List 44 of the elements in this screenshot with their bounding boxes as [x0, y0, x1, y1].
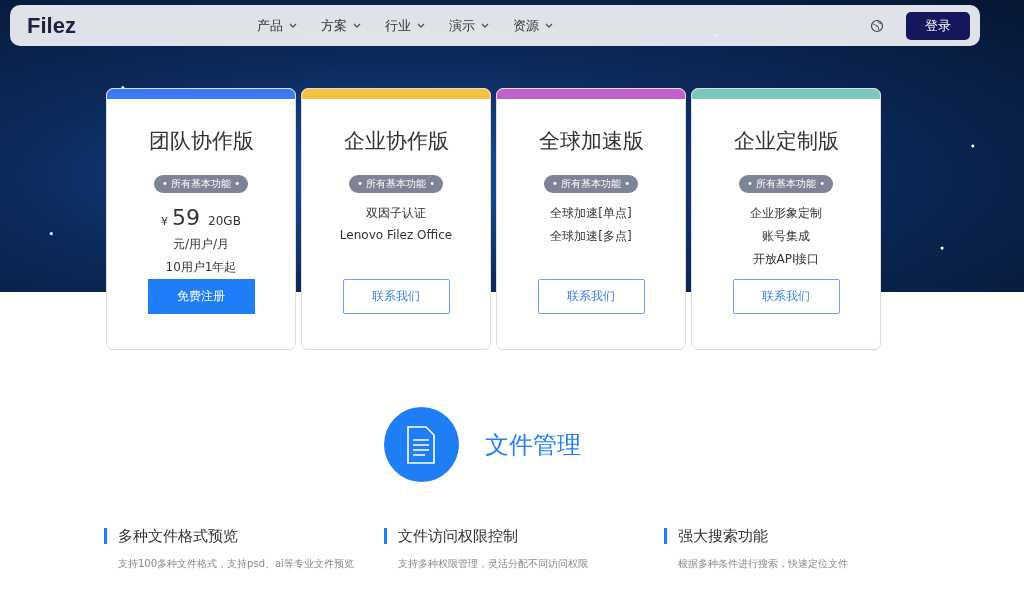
feature-badge: • 所有基本功能 • — [153, 175, 249, 193]
feature-badge: • 所有基本功能 • — [348, 175, 444, 193]
contact-button[interactable]: 联系我们 — [342, 279, 450, 314]
nav-menu-item[interactable]: 产品 — [257, 16, 297, 35]
currency-symbol: ¥ — [161, 215, 169, 228]
register-button[interactable]: 免费注册 — [147, 279, 255, 314]
nav-menu-item[interactable]: 演示 — [449, 16, 489, 35]
plan-feature: Lenovo Filez Office — [339, 228, 453, 242]
login-button[interactable]: 登录 — [906, 11, 970, 40]
nav-menu-item[interactable]: 行业 — [385, 16, 425, 35]
chevron-down-icon — [545, 22, 553, 29]
feature-description: 支持100多种文件格式，支持psd、ai等专业文件预览 — [118, 557, 355, 571]
feature-title: 强大搜索功能 — [664, 528, 944, 544]
feature-title: 文件访问权限控制 — [384, 528, 664, 544]
feature-description: 支持多种权限管理，灵活分配不同访问权限 — [398, 557, 589, 571]
chevron-down-icon — [417, 22, 425, 29]
plan-title: 团队协作版 — [148, 128, 254, 155]
chevron-down-icon — [353, 22, 361, 29]
logo[interactable]: Filez — [27, 12, 257, 39]
feature-description: 根据多种条件进行搜索，快速定位文件 — [678, 557, 849, 571]
plan-feature: 开放API接口 — [752, 251, 820, 268]
plan-feature: 10用户1年起 — [165, 259, 237, 276]
contact-button[interactable]: 联系我们 — [732, 279, 840, 314]
feature-badge: • 所有基本功能 • — [543, 175, 639, 193]
price: 59 — [172, 205, 201, 230]
plan-feature: 全球加速[单点] — [550, 205, 632, 222]
chevron-down-icon — [481, 22, 489, 29]
chevron-down-icon — [289, 22, 297, 29]
plan-title: 企业协作版 — [343, 128, 449, 155]
nav-menu-item[interactable]: 资源 — [513, 16, 553, 35]
feature-title: 多种文件格式预览 — [104, 528, 384, 544]
nav-menu-item[interactable]: 方案 — [321, 16, 361, 35]
storage-amount: 20GB — [208, 214, 241, 228]
plan-title: 全球加速版 — [538, 128, 644, 155]
contact-button[interactable]: 联系我们 — [537, 279, 645, 314]
plan-feature: 全球加速[多点] — [550, 228, 632, 245]
plan-feature: 企业形象定制 — [750, 205, 822, 222]
globe-icon[interactable] — [870, 18, 884, 33]
section-title: 文件管理 — [484, 429, 581, 461]
plan-feature: 元/用户/月 — [172, 236, 230, 253]
plan-feature: 双因子认证 — [366, 205, 426, 222]
feature-badge: • 所有基本功能 • — [738, 175, 834, 193]
plan-title: 企业定制版 — [733, 128, 839, 155]
plan-feature: 账号集成 — [762, 228, 810, 245]
